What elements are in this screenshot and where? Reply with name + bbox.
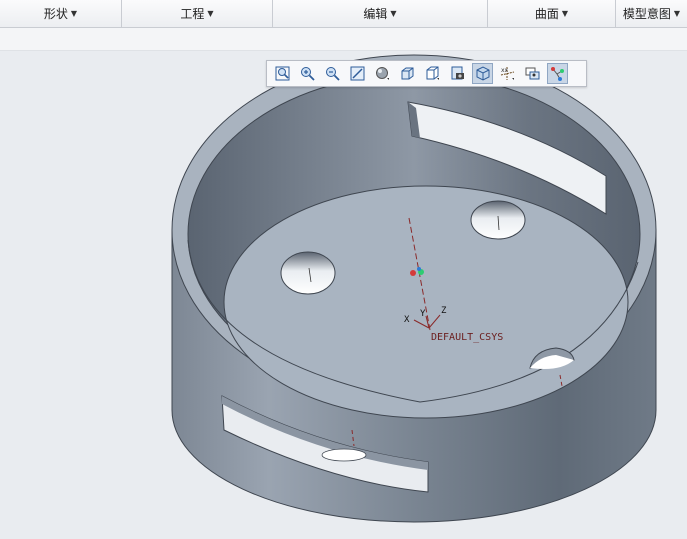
saved-orientations-button[interactable] bbox=[422, 63, 443, 84]
graphics-toolbar: xx bbox=[266, 60, 587, 87]
menu-shape[interactable]: 形状 ▼ bbox=[0, 0, 122, 27]
menu-model-intent[interactable]: 模型意图 ▼ bbox=[616, 0, 687, 27]
zoom-out-icon bbox=[326, 67, 340, 81]
menu-edit[interactable]: 编辑 ▼ bbox=[273, 0, 488, 27]
shading-style-button[interactable] bbox=[372, 63, 393, 84]
perspective-view-button[interactable] bbox=[472, 63, 493, 84]
csys-y-label: Y bbox=[420, 309, 426, 319]
annotation-display-button[interactable] bbox=[547, 63, 568, 84]
view-manager-icon bbox=[451, 66, 464, 80]
floor-face bbox=[223, 185, 629, 419]
refit-zoom-icon bbox=[275, 66, 290, 81]
menu-engineering[interactable]: 工程 ▼ bbox=[122, 0, 273, 27]
zoom-out-button[interactable] bbox=[322, 63, 343, 84]
ribbon-group-strip bbox=[0, 28, 687, 51]
graphics-viewport[interactable]: X Y Z DEFAULT_CSYS bbox=[0, 51, 687, 539]
zoom-in-button[interactable] bbox=[297, 63, 318, 84]
csys-label: DEFAULT_CSYS bbox=[431, 332, 503, 343]
csys-z-label: Z bbox=[441, 306, 447, 316]
dropdown-arrow-icon: ▼ bbox=[207, 9, 214, 18]
datum-display-icon: xx bbox=[500, 67, 515, 80]
menu-surface-label: 曲面 bbox=[534, 7, 559, 21]
menu-shape-label: 形状 bbox=[43, 7, 68, 21]
dropdown-arrow-icon: ▼ bbox=[390, 9, 397, 18]
named-views-icon bbox=[401, 67, 414, 80]
spin-center-icon bbox=[525, 67, 540, 80]
spin-center-button[interactable] bbox=[522, 63, 543, 84]
dropdown-arrow-icon: ▼ bbox=[673, 9, 681, 18]
datum-display-button[interactable]: xx bbox=[497, 63, 518, 84]
saved-orientations-icon bbox=[426, 66, 439, 80]
shading-style-icon bbox=[376, 67, 389, 80]
repaint-icon bbox=[350, 66, 365, 81]
dropdown-arrow-icon: ▼ bbox=[561, 9, 569, 18]
zoom-in-icon bbox=[301, 67, 315, 81]
view-manager-button[interactable] bbox=[447, 63, 468, 84]
menu-model-intent-label: 模型意图 bbox=[622, 7, 671, 21]
model-canvas[interactable]: X Y Z DEFAULT_CSYS bbox=[0, 51, 687, 539]
menu-surface[interactable]: 曲面 ▼ bbox=[488, 0, 616, 27]
repaint-button[interactable] bbox=[347, 63, 368, 84]
named-views-button[interactable] bbox=[397, 63, 418, 84]
ribbon-tab-bar: 形状 ▼ 工程 ▼ 编辑 ▼ 曲面 ▼ 模型意图 ▼ bbox=[0, 0, 687, 28]
perspective-view-icon bbox=[476, 66, 490, 81]
floor-hole-left bbox=[280, 251, 336, 295]
menu-engineering-label: 工程 bbox=[180, 7, 205, 21]
refit-zoom-button[interactable] bbox=[272, 63, 293, 84]
menu-edit-label: 编辑 bbox=[363, 7, 388, 21]
annotation-display-icon bbox=[551, 67, 564, 81]
svg-text:xx: xx bbox=[501, 67, 509, 74]
dropdown-arrow-icon: ▼ bbox=[70, 9, 78, 18]
csys-x-label: X bbox=[404, 315, 410, 325]
